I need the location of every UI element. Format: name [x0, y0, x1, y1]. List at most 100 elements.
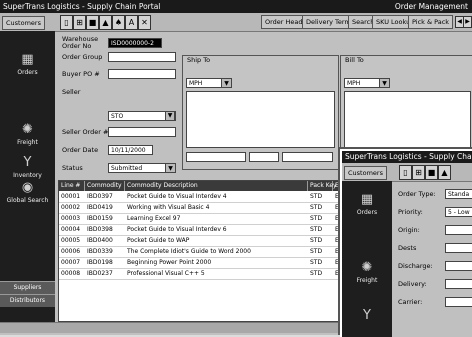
chevron-down-icon[interactable]: ▼	[165, 111, 175, 121]
main-window-title: SuperTrans Logistics - Supply Chain Port…	[3, 2, 161, 11]
new-icon[interactable]: ▯	[399, 165, 412, 180]
ship-to-city-field[interactable]	[186, 152, 246, 162]
sidebar-item-label: Orders	[17, 69, 38, 76]
field-input[interactable]	[445, 225, 472, 235]
column-header-description[interactable]: Commodity Description	[125, 181, 308, 191]
second-toolbar: Customers ▯ ⊞ ■ ▲	[342, 163, 472, 182]
table-row[interactable]: 00008 IBD0237 Professional Visual C++ 5 STD…	[59, 268, 341, 280]
ship-to-state-field[interactable]	[249, 152, 279, 162]
chevron-down-icon[interactable]: ▼	[165, 164, 175, 172]
sidebar-item-freight[interactable]: ✺ Freight	[342, 260, 392, 285]
cell-description: Working with Visual Basic 4	[127, 204, 210, 211]
status-bar	[0, 322, 340, 333]
cell-pack-key: STD	[310, 215, 323, 222]
tab-pick-pack[interactable]: Pick & Pack	[408, 15, 454, 29]
line-items-grid: Line # Commodity Commodity Description P…	[58, 180, 342, 322]
cell-line: 00007	[61, 259, 81, 266]
seller-order-field[interactable]	[108, 127, 176, 137]
cell-commodity: IBD0198	[87, 259, 113, 266]
cell-line: 00002	[61, 204, 81, 211]
orders-icon: ▦	[360, 192, 374, 207]
field-input[interactable]	[445, 297, 472, 307]
find-icon[interactable]: ♠	[112, 15, 125, 30]
status-field[interactable]: Submitted ▼	[108, 163, 176, 173]
seller-label: Seller	[62, 88, 81, 96]
sidebar-item-global-search[interactable]: ◉ Global Search	[0, 181, 55, 205]
delete-icon[interactable]: ✕	[138, 15, 151, 30]
ship-to-field[interactable]: MPH ▼	[186, 78, 232, 88]
sidebar-item-orders[interactable]: ▦ Orders	[0, 53, 55, 77]
cell-commodity: IBD0400	[87, 237, 113, 244]
save-icon[interactable]: ■	[425, 165, 438, 180]
field-label: Order Type:	[398, 190, 436, 198]
freight-icon: ✺	[361, 260, 373, 275]
column-header-pack-key[interactable]: Pack Key	[308, 181, 337, 191]
cell-pack-key: STD	[310, 248, 323, 255]
second-title-bar: SuperTrans Logistics - Supply Cha	[342, 151, 472, 163]
print-icon[interactable]: ▲	[438, 165, 451, 180]
warehouse-order-label: Warehouse Order No	[62, 35, 99, 50]
print-icon[interactable]: ▲	[99, 15, 112, 30]
bill-to-address-box[interactable]	[344, 91, 471, 148]
cell-line: 00006	[61, 248, 81, 255]
sidebar-item-label: Inventory	[13, 172, 42, 179]
sort-icon[interactable]: A	[125, 15, 138, 30]
field-label: Priority:	[398, 208, 423, 216]
order-date-label: Order Date	[62, 146, 99, 154]
chevron-down-icon[interactable]: ▼	[221, 79, 231, 87]
field-label: Origin:	[398, 226, 420, 234]
cell-commodity: IBD0397	[87, 193, 113, 200]
ship-to-address-box[interactable]	[186, 91, 335, 148]
field-label: Carrier:	[398, 298, 423, 306]
cell-commodity: IBD0419	[87, 204, 113, 211]
cell-description: Learning Excel 97	[127, 215, 181, 222]
field-label: Discharge:	[398, 262, 433, 270]
cell-line: 00004	[61, 226, 81, 233]
cell-pack-key: STD	[310, 270, 323, 277]
chevron-down-icon[interactable]: ▼	[379, 79, 389, 87]
field-input[interactable]: 5 - Low	[445, 207, 472, 217]
cell-pack-key: STD	[310, 237, 323, 244]
customers-button[interactable]: Customers	[2, 16, 45, 30]
field-input[interactable]	[445, 279, 472, 289]
toolbar: Customers ▯ ⊞ ■ ▲ ♠ A ✕ Order Header Del…	[0, 13, 472, 32]
sidebar-item-inventory[interactable]: Y	[342, 309, 392, 325]
order-group-field[interactable]	[108, 52, 176, 62]
main-window-title-right: Order Management	[394, 2, 468, 11]
cell-pack-key: STD	[310, 259, 323, 266]
seller-order-label: Seller Order #	[62, 128, 109, 136]
second-sidebar: ▦ Orders ✺ Freight Y	[342, 181, 392, 337]
sidebar-distributors-button[interactable]: Distributors	[0, 294, 55, 307]
order-date-field[interactable]: 10/11/2000	[108, 145, 153, 155]
ship-to-zip-field[interactable]	[282, 152, 333, 162]
sidebar-item-label: Global Search	[6, 197, 49, 204]
cell-description: Pocket Guide to Visual Interdev 6	[127, 226, 227, 233]
column-header-line[interactable]: Line #	[59, 181, 85, 191]
sidebar-item-label: Orders	[356, 209, 378, 216]
sidebar-item-orders[interactable]: ▦ Orders	[342, 192, 392, 217]
buyer-po-field[interactable]	[108, 69, 176, 79]
sidebar-item-inventory[interactable]: Y Inventory	[0, 155, 55, 180]
cell-line: 00008	[61, 270, 81, 277]
field-input[interactable]	[445, 261, 472, 271]
open-icon[interactable]: ⊞	[412, 165, 425, 180]
tab-scroll-right-icon[interactable]: ▶	[463, 16, 472, 28]
sidebar-item-freight[interactable]: ✺ Freight	[0, 123, 55, 147]
new-icon[interactable]: ▯	[60, 15, 73, 30]
cell-line: 00001	[61, 193, 81, 200]
field-input[interactable]: Standa	[445, 189, 472, 199]
open-icon[interactable]: ⊞	[73, 15, 86, 30]
inventory-icon: Y	[23, 155, 32, 170]
second-customers-button[interactable]: Customers	[344, 166, 387, 180]
bill-to-field[interactable]: MPH ▼	[344, 78, 390, 88]
field-input[interactable]	[445, 243, 472, 253]
column-header-commodity[interactable]: Commodity	[85, 181, 125, 191]
main-title-bar: SuperTrans Logistics - Supply Chain Port…	[0, 0, 472, 13]
cell-pack-key: STD	[310, 204, 323, 211]
cell-commodity: IBD0398	[87, 226, 113, 233]
cell-description: Beginning Power Point 2000	[127, 259, 212, 266]
sidebar-suppliers-button[interactable]: Suppliers	[0, 281, 55, 294]
field-label: Delivery:	[398, 280, 427, 288]
warehouse-order-field[interactable]: ISD0000000-2	[108, 38, 162, 48]
save-icon[interactable]: ■	[86, 15, 99, 30]
